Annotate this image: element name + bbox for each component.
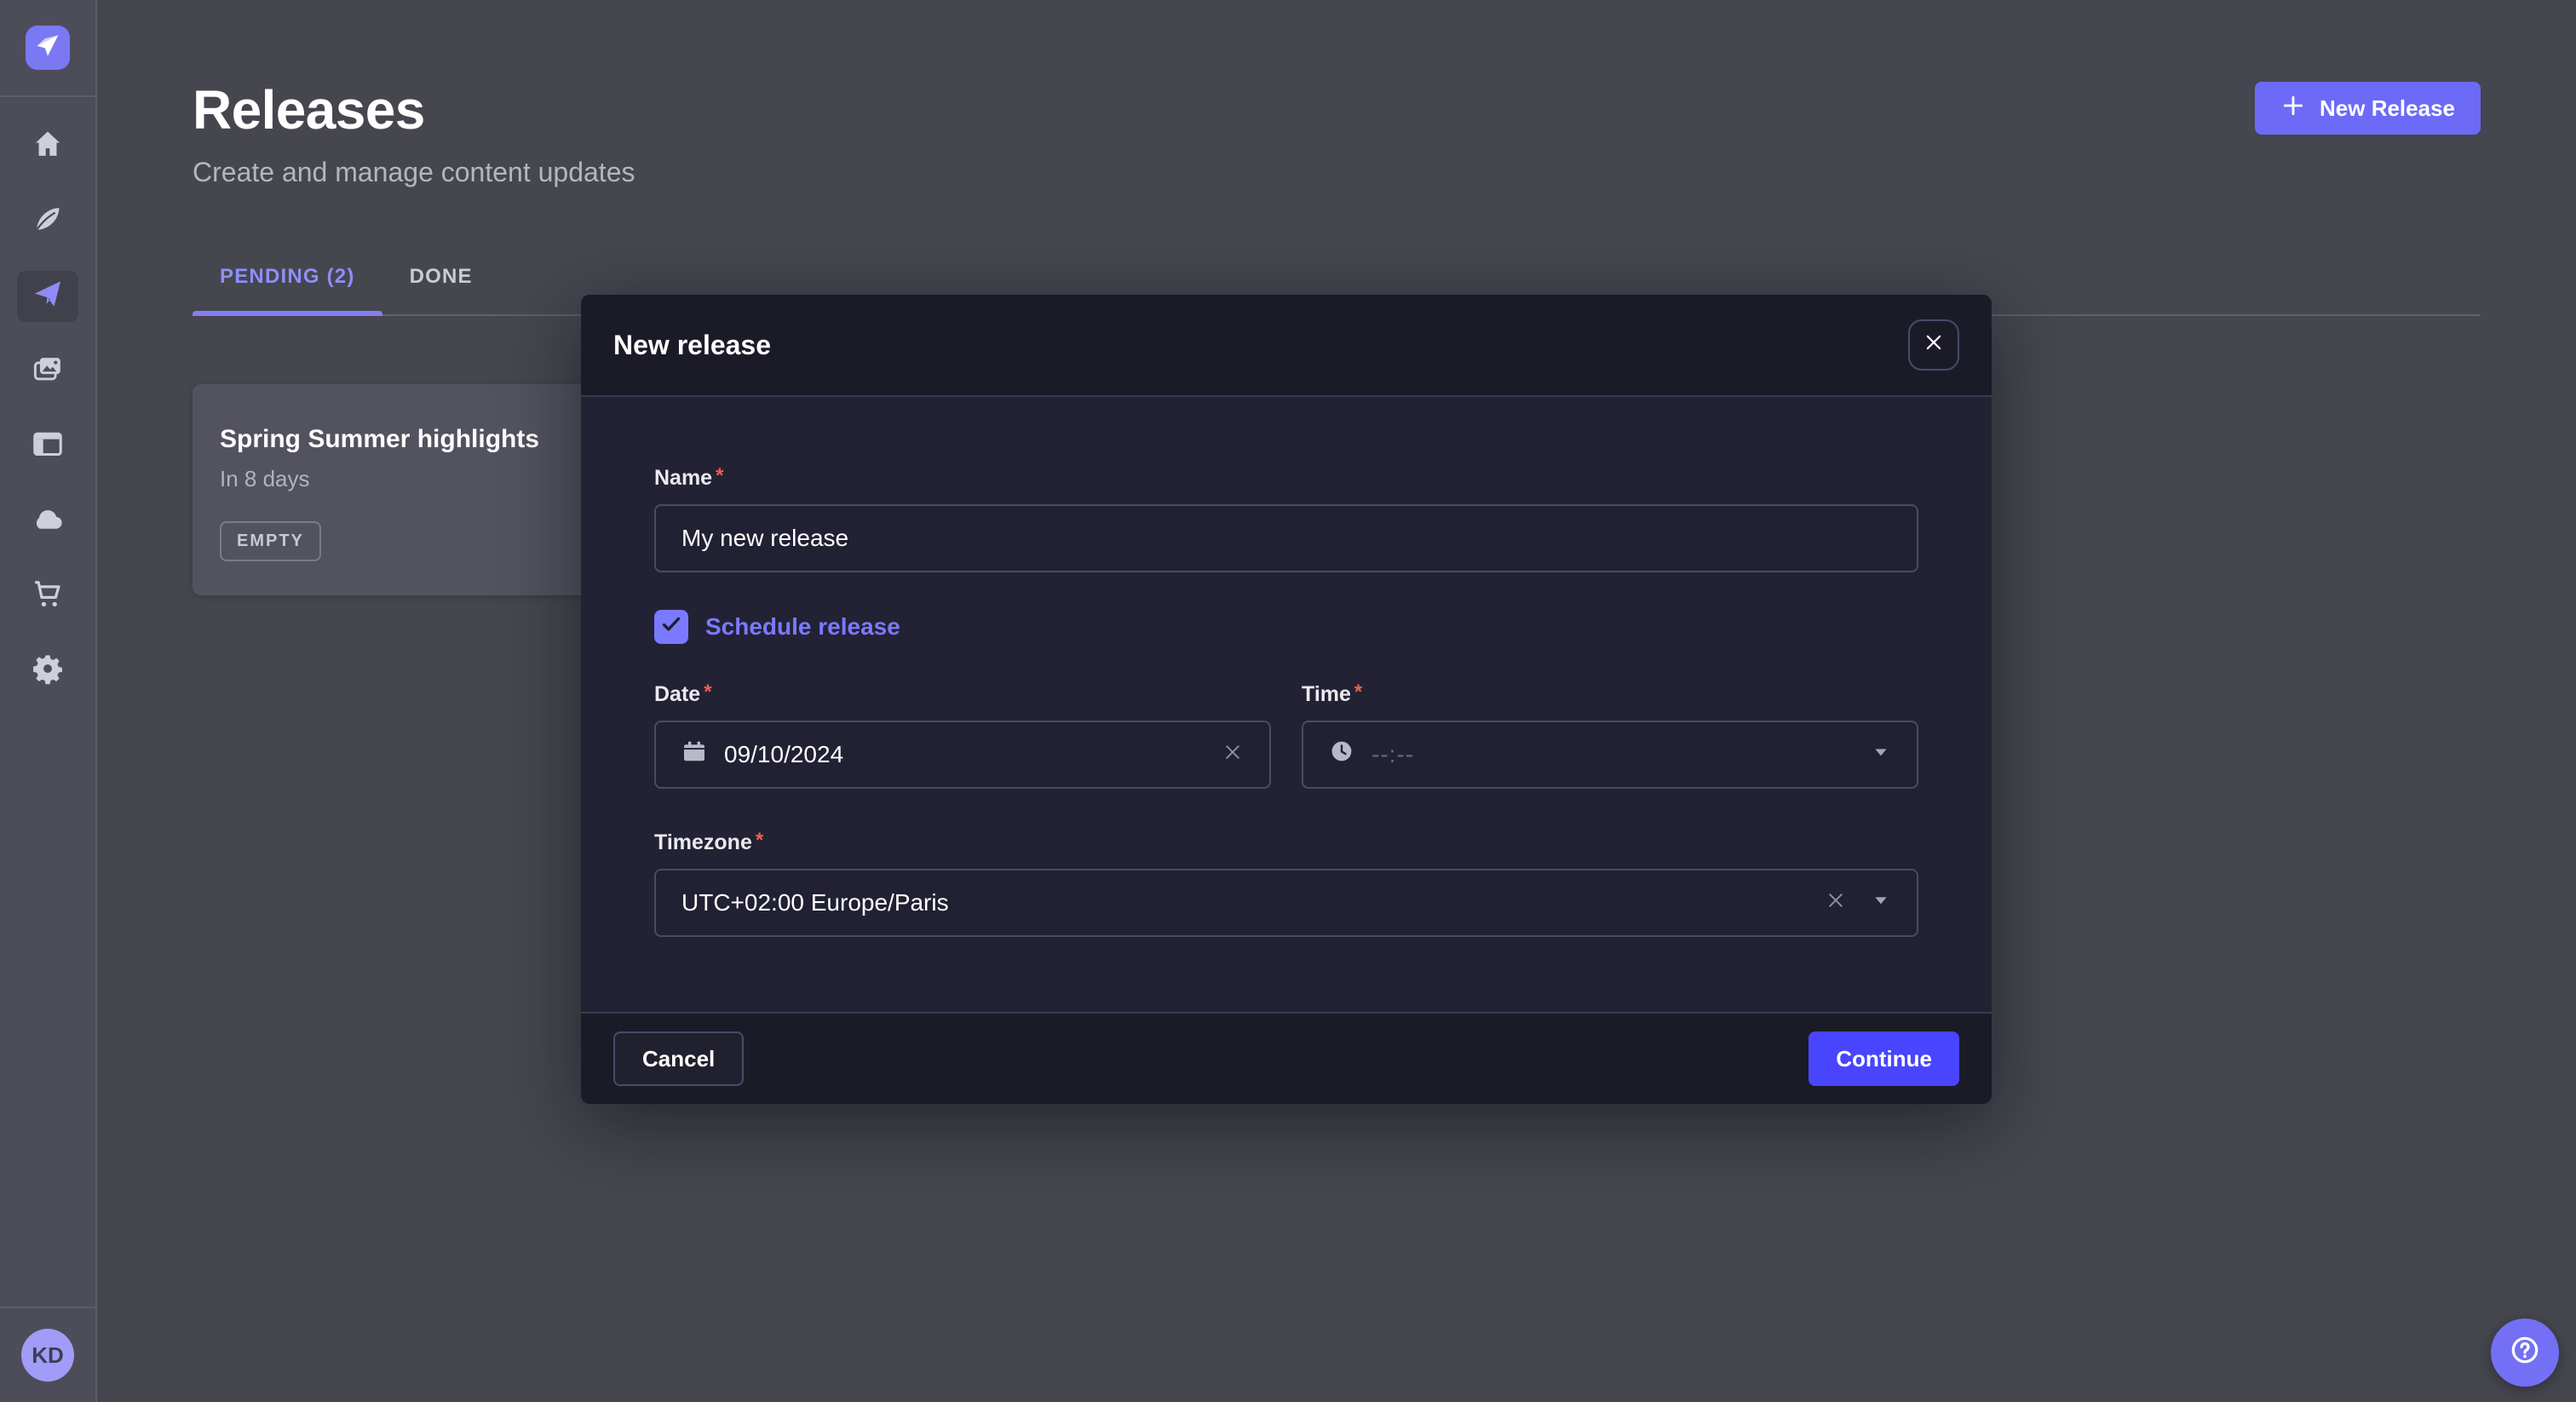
time-input[interactable]: --:-- [1302, 721, 1918, 789]
modal-header: New release [581, 295, 1992, 397]
home-icon [32, 128, 64, 166]
modal-body: Name* Schedule release Date* [581, 397, 1992, 1012]
paper-plane-icon [32, 278, 64, 316]
timezone-dropdown-button[interactable] [1871, 890, 1891, 916]
workspace-logo-icon [26, 23, 70, 73]
schedule-release-row: Schedule release [654, 610, 1918, 644]
name-input-wrapper [654, 504, 1918, 572]
time-dropdown-button[interactable] [1871, 742, 1891, 768]
logo-section [0, 0, 95, 97]
caret-down-icon [1871, 890, 1891, 916]
sidebar-item-releases[interactable] [17, 271, 78, 322]
new-release-label: New Release [2320, 95, 2455, 122]
name-input[interactable] [681, 525, 1891, 552]
schedule-release-checkbox[interactable] [654, 610, 688, 644]
date-clear-button[interactable] [1222, 741, 1244, 769]
tab-pending[interactable]: PENDING (2) [193, 265, 382, 314]
sidebar-item-content[interactable] [17, 196, 78, 247]
date-field-group: Date* 09/10/2024 [654, 681, 1271, 789]
date-value: 09/10/2024 [724, 741, 843, 768]
required-asterisk: * [716, 463, 723, 489]
timezone-input[interactable]: UTC+02:00 Europe/Paris [654, 869, 1918, 937]
check-icon [660, 613, 682, 641]
page-subtitle: Create and manage content updates [193, 157, 635, 188]
sidebar-item-cloud[interactable] [17, 496, 78, 547]
clear-x-icon [1222, 741, 1244, 769]
release-card-status-badge: EMPTY [220, 521, 321, 561]
page-title: Releases [193, 78, 635, 141]
timezone-field-group: Timezone* UTC+02:00 Europe/Paris [654, 830, 1918, 937]
media-images-icon [32, 353, 64, 391]
date-label: Date* [654, 681, 1271, 707]
close-button[interactable] [1908, 319, 1959, 371]
caret-down-icon [1871, 742, 1891, 768]
new-release-modal: New release Name* [581, 295, 1992, 1104]
date-input[interactable]: 09/10/2024 [654, 721, 1271, 789]
question-mark-icon [2509, 1334, 2541, 1372]
required-asterisk: * [1354, 680, 1362, 705]
sidebar-item-settings[interactable] [17, 646, 78, 697]
timezone-label: Timezone* [654, 830, 1918, 855]
sidebar-item-shop[interactable] [17, 571, 78, 622]
sidebar-item-media[interactable] [17, 346, 78, 397]
page-header: Releases Create and manage content updat… [97, 0, 2576, 188]
name-field-group: Name* [654, 465, 1918, 572]
required-asterisk: * [704, 680, 711, 705]
window-layout-icon [32, 428, 64, 466]
gear-icon [32, 652, 64, 691]
clock-icon [1329, 738, 1354, 771]
timezone-clear-button[interactable] [1825, 889, 1847, 917]
cloud-icon [32, 503, 64, 541]
sidebar-footer: KD [0, 1307, 95, 1402]
sidebar-nav [0, 97, 95, 1307]
required-asterisk: * [756, 828, 763, 853]
help-button[interactable] [2491, 1319, 2559, 1387]
time-label: Time* [1302, 681, 1918, 707]
cancel-button[interactable]: Cancel [613, 1031, 744, 1086]
schedule-release-label[interactable]: Schedule release [705, 613, 900, 641]
sidebar: KD [0, 0, 97, 1402]
close-icon [1923, 331, 1945, 359]
continue-button[interactable]: Continue [1808, 1031, 1959, 1086]
workspace-logo[interactable] [26, 26, 70, 70]
name-label: Name* [654, 465, 1918, 491]
new-release-button[interactable]: New Release [2255, 82, 2481, 135]
user-avatar[interactable]: KD [21, 1329, 74, 1382]
date-time-row: Date* 09/10/2024 [654, 681, 1918, 789]
sidebar-item-home[interactable] [17, 121, 78, 172]
sidebar-item-pages[interactable] [17, 421, 78, 472]
cart-icon [32, 577, 64, 616]
modal-footer: Cancel Continue [581, 1012, 1992, 1104]
time-placeholder: --:-- [1371, 741, 1414, 768]
tab-done[interactable]: DONE [382, 265, 500, 314]
modal-title: New release [613, 330, 771, 361]
plus-icon [2280, 93, 2306, 124]
feather-icon [32, 203, 64, 241]
timezone-value: UTC+02:00 Europe/Paris [681, 889, 949, 916]
time-field-group: Time* --:-- [1302, 681, 1918, 789]
clear-x-icon [1825, 889, 1847, 917]
calendar-icon [681, 738, 707, 771]
